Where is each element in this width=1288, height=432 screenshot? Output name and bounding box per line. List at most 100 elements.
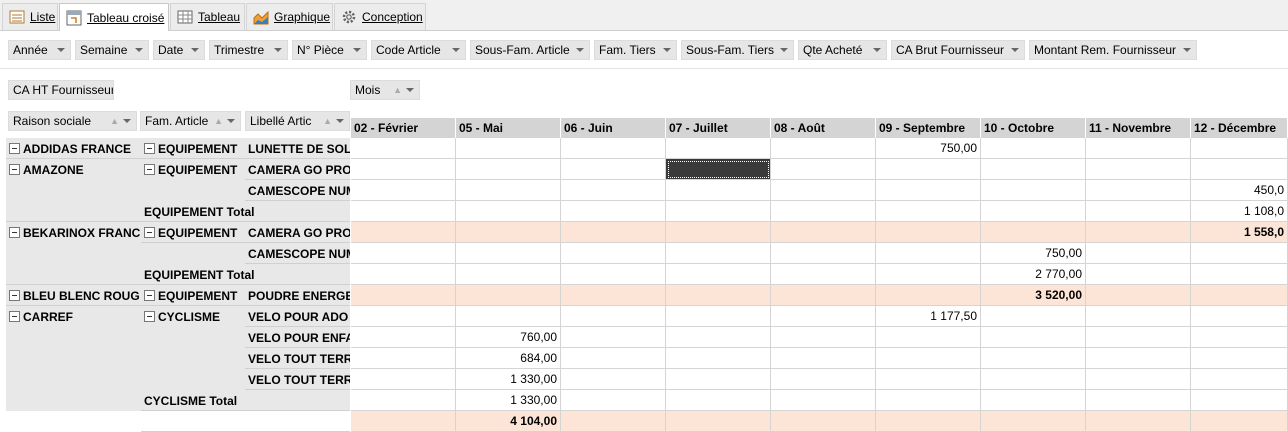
total-cell[interactable] xyxy=(981,222,1086,243)
value-cell[interactable] xyxy=(1086,348,1191,369)
value-cell[interactable] xyxy=(456,243,561,264)
value-cell[interactable] xyxy=(561,243,666,264)
value-cell[interactable] xyxy=(1086,390,1191,411)
value-cell[interactable] xyxy=(666,306,771,327)
row-field-chip[interactable]: Raison sociale ▲ xyxy=(8,111,137,131)
value-cell[interactable]: 1 330,00 xyxy=(456,369,561,390)
value-cell[interactable] xyxy=(351,201,456,222)
value-cell[interactable] xyxy=(561,306,666,327)
value-cell[interactable] xyxy=(771,348,876,369)
value-cell[interactable] xyxy=(981,390,1086,411)
collapse-icon[interactable] xyxy=(144,164,155,175)
value-cell[interactable] xyxy=(666,390,771,411)
value-cell[interactable] xyxy=(771,201,876,222)
filter-field-chip[interactable]: Semaine xyxy=(75,40,149,60)
column-field-chip[interactable]: Mois ▲ xyxy=(350,80,420,100)
tab-chart[interactable]: Graphique xyxy=(246,3,333,30)
collapse-icon[interactable] xyxy=(9,311,20,322)
collapse-icon[interactable] xyxy=(9,290,20,301)
total-cell[interactable] xyxy=(351,222,456,243)
column-header[interactable]: 07 - Juillet xyxy=(666,118,771,138)
value-cell[interactable] xyxy=(561,369,666,390)
value-cell[interactable] xyxy=(771,327,876,348)
value-cell[interactable]: 1 108,0 xyxy=(1191,201,1288,222)
chevron-down-icon[interactable] xyxy=(274,48,282,52)
filter-field-chip[interactable]: Date xyxy=(153,40,205,60)
column-header[interactable]: 10 - Octobre xyxy=(981,118,1086,138)
filter-field-chip[interactable]: Code Article xyxy=(371,40,466,60)
value-cell[interactable]: 1 330,00 xyxy=(456,390,561,411)
value-cell[interactable] xyxy=(456,159,561,180)
value-cell[interactable] xyxy=(666,201,771,222)
value-cell[interactable] xyxy=(561,348,666,369)
value-cell[interactable] xyxy=(1086,159,1191,180)
filter-field-chip[interactable]: Sous-Fam. Article xyxy=(470,40,590,60)
value-cell[interactable] xyxy=(1086,369,1191,390)
total-cell[interactable] xyxy=(876,285,981,306)
article-row-header[interactable]: VELO TOUT TERRA xyxy=(245,348,350,369)
supplier-row-header[interactable]: BLEU BLENC ROUGE xyxy=(6,285,140,306)
value-cell[interactable] xyxy=(561,201,666,222)
filter-field-chip[interactable]: CA Brut Fournisseur xyxy=(891,40,1025,60)
value-cell[interactable] xyxy=(1086,327,1191,348)
total-cell[interactable] xyxy=(561,222,666,243)
supplier-row-header[interactable]: AMAZONE xyxy=(6,159,140,222)
value-cell[interactable] xyxy=(876,159,981,180)
value-cell[interactable] xyxy=(981,327,1086,348)
family-row-header[interactable]: CYCLISME xyxy=(141,306,244,390)
value-cell[interactable] xyxy=(1191,264,1288,285)
value-cell[interactable] xyxy=(351,243,456,264)
value-cell[interactable] xyxy=(1086,180,1191,201)
value-cell[interactable] xyxy=(666,159,771,180)
filter-field-chip[interactable]: Année xyxy=(8,40,71,60)
value-cell[interactable] xyxy=(981,180,1086,201)
total-cell[interactable] xyxy=(1086,411,1191,432)
column-header[interactable]: 11 - Novembre xyxy=(1086,118,1191,138)
value-cell[interactable] xyxy=(771,390,876,411)
total-cell[interactable] xyxy=(1086,285,1191,306)
total-cell[interactable] xyxy=(981,411,1086,432)
value-cell[interactable]: 750,00 xyxy=(876,138,981,159)
value-cell[interactable] xyxy=(1191,327,1288,348)
value-cell[interactable] xyxy=(771,306,876,327)
filter-field-chip[interactable]: N° Pièce xyxy=(292,40,367,60)
family-row-header[interactable]: EQUIPEMENT xyxy=(141,138,244,159)
total-cell[interactable]: 1 558,0 xyxy=(1191,222,1288,243)
collapse-icon[interactable] xyxy=(9,164,20,175)
value-cell[interactable] xyxy=(981,348,1086,369)
total-cell[interactable] xyxy=(456,222,561,243)
total-cell[interactable]: 3 520,00 xyxy=(981,285,1086,306)
value-cell[interactable] xyxy=(561,138,666,159)
total-cell[interactable] xyxy=(771,411,876,432)
chevron-down-icon[interactable] xyxy=(576,48,584,52)
value-cell[interactable] xyxy=(876,327,981,348)
total-cell[interactable] xyxy=(1191,411,1288,432)
value-cell[interactable] xyxy=(771,264,876,285)
value-cell[interactable] xyxy=(666,369,771,390)
article-row-header[interactable]: VELO TOUT TERRA xyxy=(245,369,350,390)
supplier-row-header[interactable]: BEKARINOX FRANCE xyxy=(6,222,140,285)
total-cell[interactable] xyxy=(876,222,981,243)
value-cell[interactable] xyxy=(981,369,1086,390)
value-cell[interactable] xyxy=(666,327,771,348)
collapse-icon[interactable] xyxy=(144,311,155,322)
supplier-row-header[interactable]: ADDIDAS FRANCE xyxy=(6,138,140,159)
value-cell[interactable] xyxy=(876,390,981,411)
value-cell[interactable] xyxy=(456,306,561,327)
total-cell[interactable] xyxy=(1086,222,1191,243)
value-cell[interactable] xyxy=(351,180,456,201)
article-row-header[interactable]: LUNETTE DE SOLE xyxy=(245,138,350,159)
value-cell[interactable] xyxy=(1086,243,1191,264)
total-cell[interactable] xyxy=(771,222,876,243)
filter-field-chip[interactable]: Fam. Tiers xyxy=(594,40,677,60)
filter-field-chip[interactable]: Qte Acheté xyxy=(798,40,887,60)
tab-table[interactable]: Tableau xyxy=(170,3,245,30)
value-cell[interactable] xyxy=(456,264,561,285)
chevron-down-icon[interactable] xyxy=(780,48,788,52)
value-cell[interactable] xyxy=(981,138,1086,159)
value-cell[interactable]: 760,00 xyxy=(456,327,561,348)
value-cell[interactable] xyxy=(666,264,771,285)
family-row-header[interactable]: EQUIPEMENT xyxy=(141,159,244,201)
value-cell[interactable] xyxy=(981,306,1086,327)
family-row-header[interactable]: EQUIPEMENT xyxy=(141,222,244,264)
